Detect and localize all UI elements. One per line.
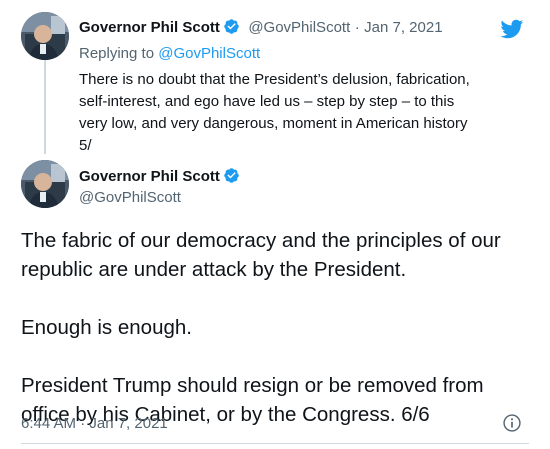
replying-to-line: Replying to @GovPhilScott <box>79 44 260 64</box>
main-tweet-text: The fabric of our democracy and the prin… <box>21 226 536 429</box>
tweet-timestamp-link[interactable]: 6:44 AM · Jan 7, 2021 <box>21 414 168 434</box>
reply-tweet-text: There is no doubt that the President’s d… <box>79 71 470 154</box>
tweet-paragraph: The fabric of our democracy and the prin… <box>21 229 501 281</box>
divider <box>21 443 529 444</box>
verified-badge-icon <box>224 168 239 183</box>
handle[interactable]: @GovPhilScott <box>79 188 181 208</box>
replying-to-prefix: Replying to <box>79 45 155 62</box>
avatar[interactable] <box>21 12 69 60</box>
info-icon[interactable] <box>502 413 522 433</box>
twitter-bird-icon[interactable] <box>498 17 525 41</box>
handle[interactable]: @GovPhilScott <box>248 19 350 36</box>
avatar-photo <box>21 160 69 208</box>
main-tweet-header: Governor Phil Scott <box>79 167 240 187</box>
replying-to-handle-link[interactable]: @GovPhilScott <box>158 45 260 62</box>
tweet-thread-card: Governor Phil Scott @GovPhilScott · Jan … <box>0 0 550 449</box>
separator-dot: · <box>354 19 360 36</box>
tweet-paragraph: Enough is enough. <box>21 316 192 339</box>
avatar[interactable] <box>21 160 69 208</box>
display-name[interactable]: Governor Phil Scott <box>79 168 220 185</box>
display-name[interactable]: Governor Phil Scott <box>79 19 220 36</box>
tweet-date[interactable]: Jan 7, 2021 <box>364 19 442 36</box>
verified-badge-icon <box>224 19 239 34</box>
reply-tweet-header: Governor Phil Scott @GovPhilScott · Jan … <box>79 18 443 38</box>
avatar-photo <box>21 12 69 60</box>
thread-connector-line <box>44 60 46 154</box>
